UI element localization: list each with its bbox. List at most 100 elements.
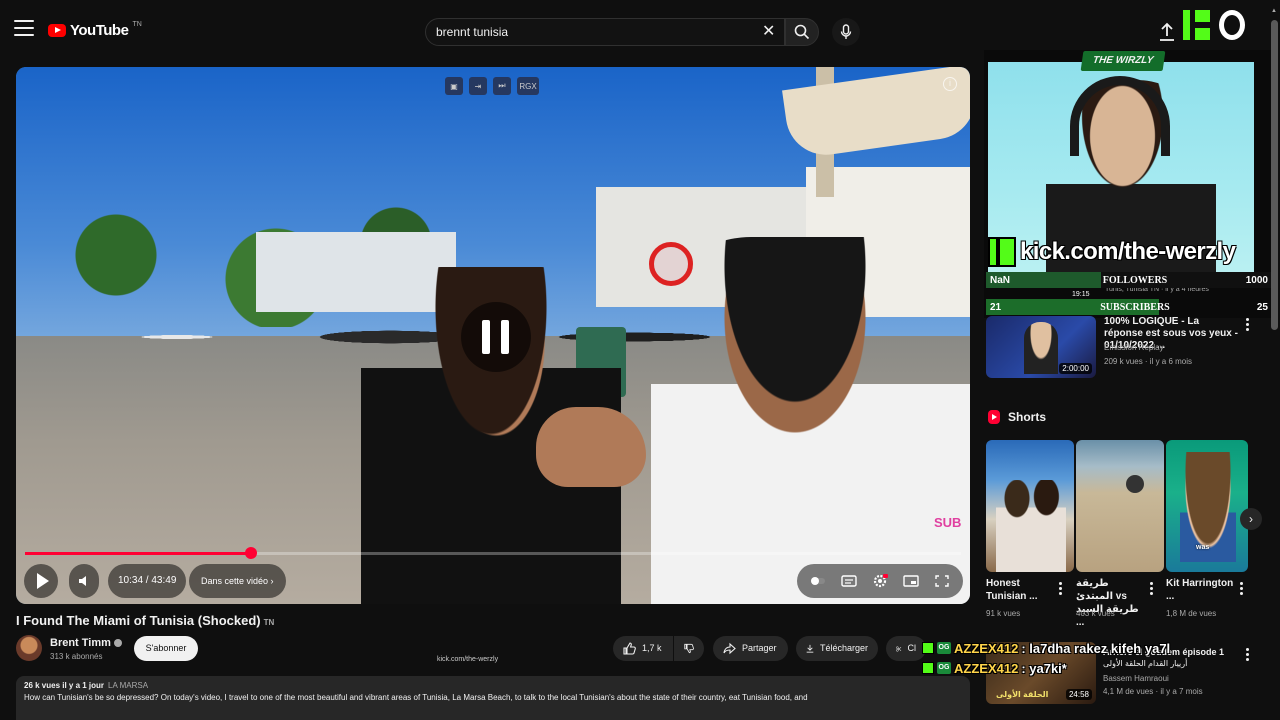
top-bar: YouTube TN ✕ <box>0 0 1280 56</box>
video-duration: 2:00:00 <box>1059 363 1092 374</box>
video-frame-hand <box>536 407 646 487</box>
chat-username: AZZEX412 <box>954 640 1019 656</box>
volume-button[interactable] <box>69 564 99 598</box>
short-thumbnail[interactable] <box>1076 440 1164 572</box>
chat-text: : la7dha rakez kifeh ya7l <box>1021 640 1171 656</box>
video-title-country: TN <box>263 618 275 627</box>
shorts-next-arrow[interactable]: › <box>1240 508 1262 530</box>
kick-url: kick.com/the-werzly <box>1020 238 1236 265</box>
skip-next-icon[interactable]: ⏭ <box>493 77 511 95</box>
subscribe-watermark[interactable]: SUB <box>934 515 961 530</box>
recommended-channel[interactable]: Emission Replay <box>1104 343 1164 352</box>
description-box[interactable]: 26 k vues il y a 1 jour LA MARSA How can … <box>16 676 970 720</box>
rgx-button[interactable]: RGX <box>517 77 539 95</box>
like-button[interactable]: 1,7 k <box>613 636 673 661</box>
clip-label: Cl <box>907 643 917 653</box>
share-icon <box>723 642 736 655</box>
kick-badge-icon <box>922 662 934 674</box>
search-button[interactable] <box>785 18 819 46</box>
player-extension-toolbar: ▣ ⇥ ⏭ RGX <box>445 77 539 95</box>
shorts-title: Shorts <box>1008 410 1047 424</box>
time-display: 10:34 / 43:49 <box>108 564 187 598</box>
volume-icon <box>79 576 86 586</box>
thumbs-down-icon <box>684 643 694 654</box>
search-icon <box>794 24 810 40</box>
search-input[interactable] <box>426 19 746 45</box>
short-views: 91 k vues <box>986 609 1021 618</box>
video-meta: 26 k vues il y a 1 jour LA MARSA <box>24 681 962 690</box>
short-views: 403 k vues <box>1076 609 1115 618</box>
chat-message: OG AZZEX412 : ya7ki* <box>922 658 1170 678</box>
short-frame <box>996 480 1066 572</box>
underlying-duration: 19:15 <box>1072 291 1090 298</box>
description-text: How can Tunisian's be so depressed? On t… <box>24 693 808 702</box>
more-options-icon[interactable] <box>1150 582 1154 596</box>
like-count: 1,7 k <box>642 643 662 653</box>
scroll-up-arrow[interactable]: ▲ <box>1271 8 1278 16</box>
upload-icon[interactable] <box>1158 22 1176 42</box>
clip-button[interactable]: Cl <box>886 636 926 661</box>
progress-bar[interactable] <box>25 547 961 559</box>
microphone-icon <box>840 24 852 39</box>
logo-text: YouTube <box>70 22 129 39</box>
video-player[interactable]: ▣ ⇥ ⏭ RGX i SUB 10:34 / 43:49 Dans cette… <box>16 67 970 604</box>
channel-subscriber-count: 313 k abonnés <box>50 652 103 661</box>
followers-goal-bar: NaN FOLLOWERS 1000 <box>986 272 1274 288</box>
enter-icon[interactable]: ⇥ <box>469 77 487 95</box>
subtitles-icon[interactable] <box>841 574 857 588</box>
kick-url-row: kick.com/the-werzly <box>988 234 1258 270</box>
kick-badge-icon <box>922 642 934 654</box>
settings-gear-icon[interactable] <box>872 574 888 588</box>
subscribe-button[interactable]: S'abonner <box>134 636 198 661</box>
account-avatar[interactable] <box>1219 10 1245 40</box>
voice-search-button[interactable] <box>832 18 860 46</box>
og-badge: OG <box>937 642 951 654</box>
download-button[interactable]: Télécharger <box>796 636 878 661</box>
video-location[interactable]: LA MARSA <box>108 681 148 690</box>
verified-icon <box>113 639 122 648</box>
short-title[interactable]: Kit Harrington ... <box>1166 577 1234 603</box>
download-icon <box>806 644 814 653</box>
progress-scrubber[interactable] <box>244 547 257 559</box>
thumbs-up-icon <box>623 642 636 655</box>
more-options-icon[interactable] <box>1240 582 1244 596</box>
menu-icon[interactable] <box>14 20 34 36</box>
download-label: Télécharger <box>819 643 868 653</box>
chapter-button[interactable]: Dans cette vidéo › <box>189 564 286 598</box>
channel-name[interactable]: Brent Timm <box>50 637 122 649</box>
shorts-header: Shorts <box>988 410 1046 424</box>
scissors-icon <box>896 645 902 652</box>
recommended-thumbnail[interactable]: 2:00:00 <box>986 316 1096 378</box>
miniplayer-icon[interactable] <box>903 574 919 588</box>
short-title[interactable]: طريقة المبتدئ vs طريقة السيد ... <box>1076 577 1146 629</box>
share-button[interactable]: Partager <box>713 636 788 661</box>
subscribers-count: 21 <box>990 301 1002 313</box>
more-options-icon[interactable] <box>1059 582 1063 596</box>
clear-search-icon[interactable]: ✕ <box>762 24 778 40</box>
logo-country: TN <box>132 21 142 28</box>
youtube-play-icon <box>48 24 66 37</box>
pause-icon[interactable] <box>461 302 531 372</box>
page-scrollbar[interactable] <box>1271 20 1278 330</box>
autoplay-toggle-icon[interactable] <box>810 574 826 588</box>
youtube-logo[interactable]: YouTube TN <box>48 21 142 39</box>
more-options-icon[interactable] <box>1246 648 1250 662</box>
stream-chat-overlay: OG AZZEX412 : la7dha rakez kifeh ya7l OG… <box>922 638 1170 678</box>
more-options-icon[interactable] <box>1246 318 1250 332</box>
short-title[interactable]: Honest Tunisian ... <box>986 577 1054 603</box>
view-count-date: 26 k vues il y a 1 jour <box>24 681 105 690</box>
dislike-button[interactable] <box>674 636 704 661</box>
short-thumbnail[interactable] <box>986 440 1074 572</box>
fullscreen-icon[interactable] <box>934 574 950 588</box>
channel-avatar[interactable] <box>16 635 42 661</box>
play-button[interactable] <box>24 564 58 598</box>
chat-message: OG AZZEX412 : la7dha rakez kifeh ya7l <box>922 638 1170 658</box>
info-icon[interactable]: i <box>943 77 957 91</box>
screenshot-icon[interactable]: ▣ <box>445 77 463 95</box>
chat-username: AZZEX412 <box>954 660 1019 676</box>
kick-logo-overlay <box>1183 10 1210 40</box>
thumbnail-overlay-text: الحلقة الأولى <box>996 690 1049 699</box>
video-title: I Found The Miami of Tunisia (Shocked) TN <box>16 613 274 628</box>
og-badge: OG <box>937 662 951 674</box>
short-thumbnail[interactable]: was <box>1166 440 1248 572</box>
